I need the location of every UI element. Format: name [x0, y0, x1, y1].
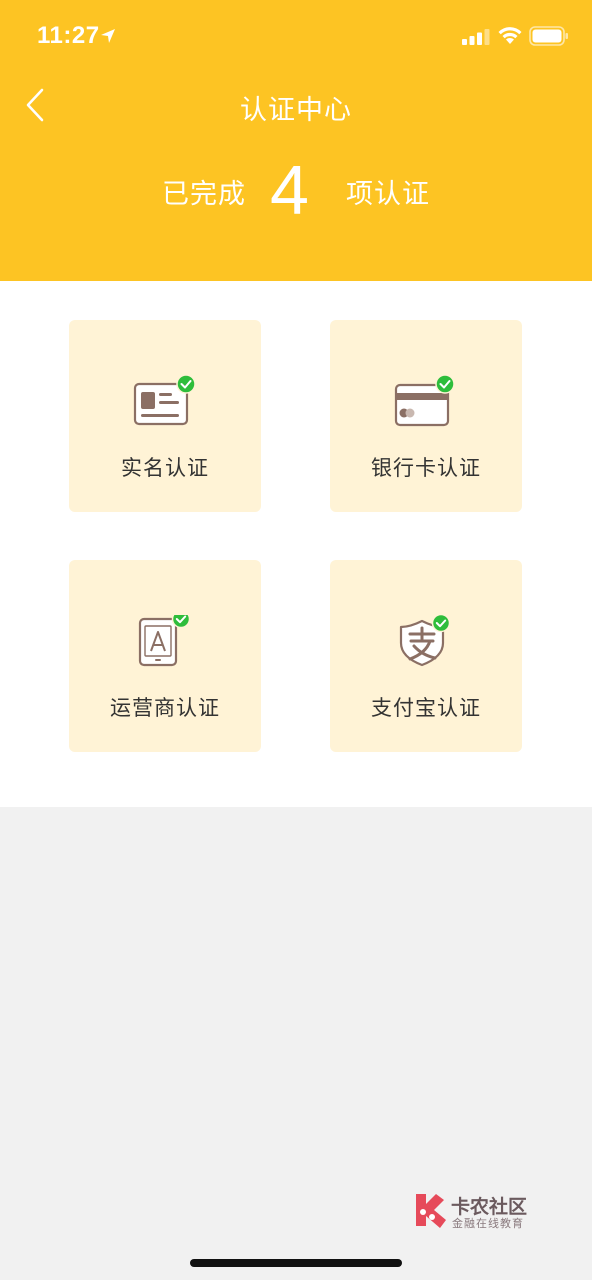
signal-icon: [462, 29, 490, 45]
card-label: 银行卡认证: [371, 456, 481, 480]
header: 11:27 认证中心 已完成 4 项认证: [0, 0, 592, 281]
page-title: 认证中心: [240, 95, 352, 126]
location-arrow-icon: [101, 29, 115, 43]
card-carrier[interactable]: 运营商认证: [69, 560, 261, 752]
watermark-subtitle: 金融在线教育: [452, 1217, 524, 1230]
completion-summary: 已完成 4 项认证: [0, 150, 592, 230]
carrier-phone-icon: [138, 615, 191, 667]
summary-prefix: 已完成: [162, 179, 246, 210]
verification-panel: 实名认证 银行卡认证 运营商认证 支付宝认证: [0, 281, 592, 807]
card-label: 实名认证: [121, 456, 209, 480]
alipay-shield-icon: [399, 615, 451, 667]
status-bar: 11:27: [0, 0, 592, 70]
card-label: 运营商认证: [110, 696, 220, 720]
wifi-icon: [498, 27, 522, 44]
card-real-name[interactable]: 实名认证: [69, 320, 261, 512]
bank-card-icon: [394, 375, 455, 427]
home-indicator[interactable]: [190, 1259, 402, 1267]
watermark: 卡农社区 金融在线教育: [410, 1190, 550, 1232]
card-label: 支付宝认证: [371, 696, 481, 720]
summary-suffix: 项认证: [346, 179, 430, 210]
watermark-logo-icon: [416, 1194, 446, 1228]
id-card-icon: [133, 375, 196, 426]
card-alipay[interactable]: 支付宝认证: [330, 560, 522, 752]
card-bank-card[interactable]: 银行卡认证: [330, 320, 522, 512]
status-time: 11:27: [37, 22, 100, 49]
battery-icon: [529, 26, 568, 46]
summary-count: 4: [270, 151, 309, 229]
